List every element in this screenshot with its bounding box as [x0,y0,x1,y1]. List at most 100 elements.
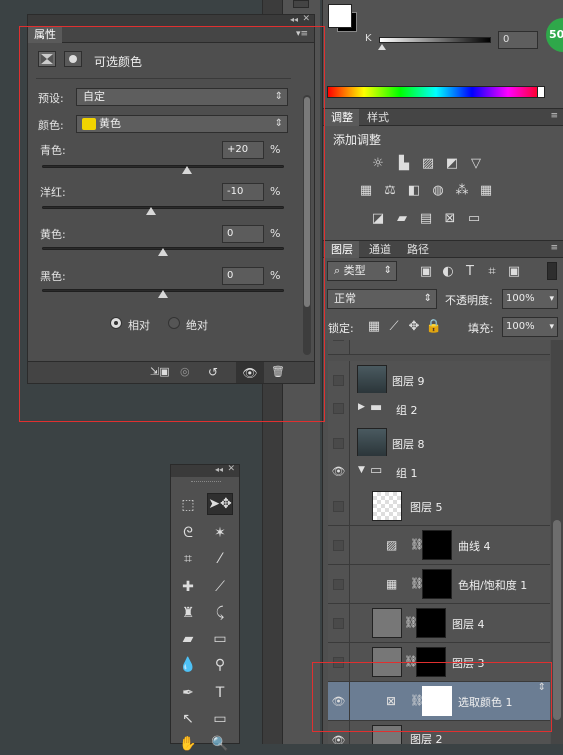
tools-collapse-icon[interactable]: ◂◂ [215,465,223,474]
color-balance-icon[interactable]: ⚖ [381,182,399,198]
eraser-tool-icon[interactable]: ▰ [175,628,201,650]
color-ramp[interactable] [327,86,545,98]
foreground-color-front[interactable] [328,4,352,28]
photo-filter-icon[interactable]: ◍ [429,182,447,198]
brightness-icon[interactable]: ☼ [369,155,387,171]
layer-name: 图层 9 [392,375,425,388]
pen-tool-icon[interactable]: ✒ [175,682,201,704]
status-badge: 50 [546,18,563,52]
layer-row[interactable] [328,340,550,355]
vibrance-icon[interactable]: ▽ [467,155,485,171]
opacity-input[interactable]: 100% ▾ [502,289,558,309]
layer-row[interactable]: ⛓ 图层 4 [328,604,550,643]
visibility-toggle[interactable] [328,487,350,525]
hue-saturation-icon[interactable]: ▦ [357,182,375,198]
selective-color-icon[interactable]: ⊠ [441,210,459,226]
lock-all-icon[interactable]: 🔒 [425,318,443,334]
visibility-toggle[interactable] [328,393,350,424]
k-value-input[interactable]: 0 [498,31,538,49]
exposure-icon[interactable]: ◩ [443,155,461,171]
move-tool-icon[interactable]: ➤✥ [207,493,233,515]
lock-pixels-icon[interactable]: ⟋ [385,318,403,334]
eyedropper-icon[interactable]: ⁄ [207,548,233,570]
hand-tool-icon[interactable]: ✋ [175,733,201,755]
layer-row[interactable]: ▦ ⛓ 色相/饱和度 1 [328,565,550,604]
visibility-toggle[interactable] [328,604,350,642]
lock-position-icon[interactable]: ✥ [405,318,423,334]
blend-mode-select[interactable]: 正常 ⇕ [327,289,437,309]
type-tool-icon[interactable]: T [207,682,233,704]
lock-transparent-icon[interactable]: ▦ [365,318,383,334]
clone-stamp-icon[interactable]: ♜ [175,602,201,624]
annotation-box [312,662,552,732]
tab-adjustments[interactable]: 调整 [325,109,359,126]
blur-tool-icon[interactable]: 💧 [175,654,201,676]
layer-name: 曲线 4 [458,540,491,553]
healing-brush-icon[interactable]: ✚ [175,576,201,598]
mask-thumbnail[interactable] [422,530,452,560]
layer-row[interactable]: 👁 ▼ ▭ 组 1 [328,456,550,488]
k-slider-thumb[interactable] [378,44,386,50]
dock-handle[interactable] [293,0,309,8]
layers-scrollbar-thumb[interactable] [553,520,561,720]
color-ramp-white[interactable] [537,86,545,98]
mask-thumbnail[interactable] [422,569,452,599]
black-white-icon[interactable]: ◧ [405,182,423,198]
visibility-toggle[interactable] [328,526,350,564]
tab-styles[interactable]: 样式 [361,109,395,126]
adjustment-filter-icon[interactable]: ◐ [439,263,457,279]
collapse-icon[interactable]: ◂◂ [290,15,298,24]
close-icon[interactable]: ✕ [302,14,310,24]
rectangle-tool-icon[interactable]: ▭ [207,708,233,730]
gradient-tool-icon[interactable]: ▭ [207,628,233,650]
lasso-tool-icon[interactable]: ᘓ [175,522,201,544]
channel-mixer-icon[interactable]: ⁂ [453,182,471,198]
visibility-toggle[interactable] [328,565,350,603]
fill-value: 100% [506,321,535,332]
add-adjustment-label: 添加调整 [333,133,382,147]
layer-filter-select[interactable]: ⌕ 类型 ⇕ [327,261,397,281]
layer-row[interactable]: ▶ ▬ 组 2 [328,393,550,425]
shape-filter-icon[interactable]: ⌗ [483,263,501,279]
brush-tool-icon[interactable]: ⟋ [207,576,233,598]
marquee-tool-icon[interactable]: ⬚ [175,494,201,516]
tab-channels[interactable]: 通道 [363,241,397,258]
lock-label: 锁定: [328,322,354,335]
collapse-arrow-icon[interactable]: ▼ [358,465,365,475]
smart-object-filter-icon[interactable]: ▣ [505,263,523,279]
posterize-icon[interactable]: ▰ [393,210,411,226]
fill-input[interactable]: 100% ▾ [502,317,558,337]
visibility-eye-icon[interactable]: 👁 [328,456,350,487]
layer-row[interactable]: ▨ ⛓ 曲线 4 [328,526,550,565]
curves-icon[interactable]: ▨ [419,155,437,171]
layers-menu-icon[interactable]: ≡ [550,243,558,253]
tab-layers[interactable]: 图层 [325,241,359,258]
tools-titlebar[interactable]: ◂◂ ✕ [171,464,239,477]
k-slider[interactable] [379,37,491,43]
adjustments-menu-icon[interactable]: ≡ [550,111,558,121]
path-selection-icon[interactable]: ↖ [175,708,201,730]
mask-thumbnail[interactable] [416,608,446,638]
filter-toggle[interactable] [547,262,557,280]
gradient-map-icon[interactable]: ▭ [465,210,483,226]
zoom-tool-icon[interactable]: 🔍 [207,733,233,755]
crop-tool-icon[interactable]: ⌗ [175,548,201,570]
history-brush-icon[interactable]: ⤹ [207,602,233,624]
levels-icon[interactable]: ▙ [395,155,413,171]
magic-wand-icon[interactable]: ✶ [207,522,233,544]
visibility-toggle[interactable] [328,340,350,354]
layer-row[interactable]: 图层 5 [328,487,550,526]
invert-icon[interactable]: ◪ [369,210,387,226]
color-lookup-icon[interactable]: ▦ [477,182,495,198]
layers-scrollbar[interactable] [551,340,563,744]
opacity-value: 100% [506,293,535,304]
tools-close-icon[interactable]: ✕ [227,464,235,474]
expand-arrow-icon[interactable]: ▶ [358,402,365,412]
threshold-icon[interactable]: ▤ [417,210,435,226]
group-name: 组 1 [396,467,418,480]
dodge-tool-icon[interactable]: ⚲ [207,654,233,676]
type-filter-icon[interactable]: T [461,263,479,279]
tab-paths[interactable]: 路径 [401,241,435,258]
layers-header: 图层 通道 路径 ≡ [323,240,563,258]
pixel-filter-icon[interactable]: ▣ [417,263,435,279]
